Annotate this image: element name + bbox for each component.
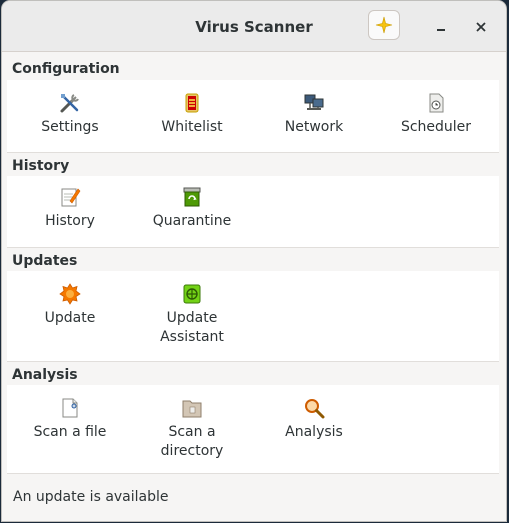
magnifier-icon — [305, 399, 325, 419]
scheduler-icon — [429, 93, 444, 113]
quarantine-button[interactable]: Quarantine — [131, 186, 253, 231]
title-bar: Virus Scanner — [2, 1, 506, 52]
sparkle-icon — [375, 16, 393, 34]
close-button[interactable] — [469, 15, 493, 39]
update-assistant-label-line2: Assistant — [160, 329, 224, 345]
shield-icon — [185, 93, 199, 113]
scan-directory-icon — [182, 400, 202, 418]
update-assistant-button[interactable]: Update Assistant — [131, 283, 253, 347]
network-label: Network — [284, 119, 344, 135]
section-title-history: History — [12, 158, 70, 174]
quarantine-icon — [183, 187, 201, 207]
whitelist-button[interactable]: Whitelist — [131, 92, 253, 137]
status-message: An update is available — [13, 489, 169, 505]
scheduler-button[interactable]: Scheduler — [375, 92, 497, 137]
scan-file-icon — [62, 398, 78, 418]
scan-directory-button[interactable]: Scan a directory — [131, 397, 253, 461]
update-assistant-icon — [183, 284, 201, 304]
updates-panel: Update Update Assistant — [7, 271, 499, 362]
network-icon — [304, 94, 324, 110]
update-label: Update — [44, 310, 96, 326]
close-icon — [476, 22, 486, 32]
network-button[interactable]: Network — [253, 92, 375, 137]
app-window: Virus Scanner Configuration Settings Whi… — [2, 1, 506, 521]
history-label: History — [45, 213, 95, 229]
minimize-icon — [437, 29, 445, 31]
sparkle-button[interactable] — [368, 10, 400, 40]
analysis-label: Analysis — [285, 424, 343, 440]
section-title-configuration: Configuration — [12, 61, 120, 77]
section-title-analysis: Analysis — [12, 367, 78, 383]
update-button[interactable]: Update — [9, 283, 131, 328]
section-title-updates: Updates — [12, 253, 78, 269]
settings-label: Settings — [41, 119, 99, 135]
scan-directory-label-line2: directory — [160, 443, 224, 459]
configuration-panel: Settings Whitelist Network Scheduler — [7, 80, 499, 153]
history-button[interactable]: History — [9, 186, 131, 231]
settings-button[interactable]: Settings — [9, 92, 131, 137]
history-icon — [61, 188, 81, 207]
tools-icon — [60, 94, 79, 113]
scan-directory-label-line1: Scan a — [168, 424, 216, 440]
minimize-button[interactable] — [429, 15, 453, 39]
history-panel: History Quarantine — [7, 176, 499, 248]
analysis-panel: Scan a file Scan a directory Analysis — [7, 385, 499, 474]
analysis-button[interactable]: Analysis — [253, 397, 375, 442]
scan-file-button[interactable]: Scan a file — [9, 397, 131, 442]
scan-file-label: Scan a file — [33, 424, 107, 440]
whitelist-label: Whitelist — [161, 119, 223, 135]
scheduler-label: Scheduler — [400, 119, 472, 135]
update-assistant-label-line1: Update — [166, 310, 218, 326]
quarantine-label: Quarantine — [152, 213, 232, 229]
update-icon — [59, 283, 81, 305]
